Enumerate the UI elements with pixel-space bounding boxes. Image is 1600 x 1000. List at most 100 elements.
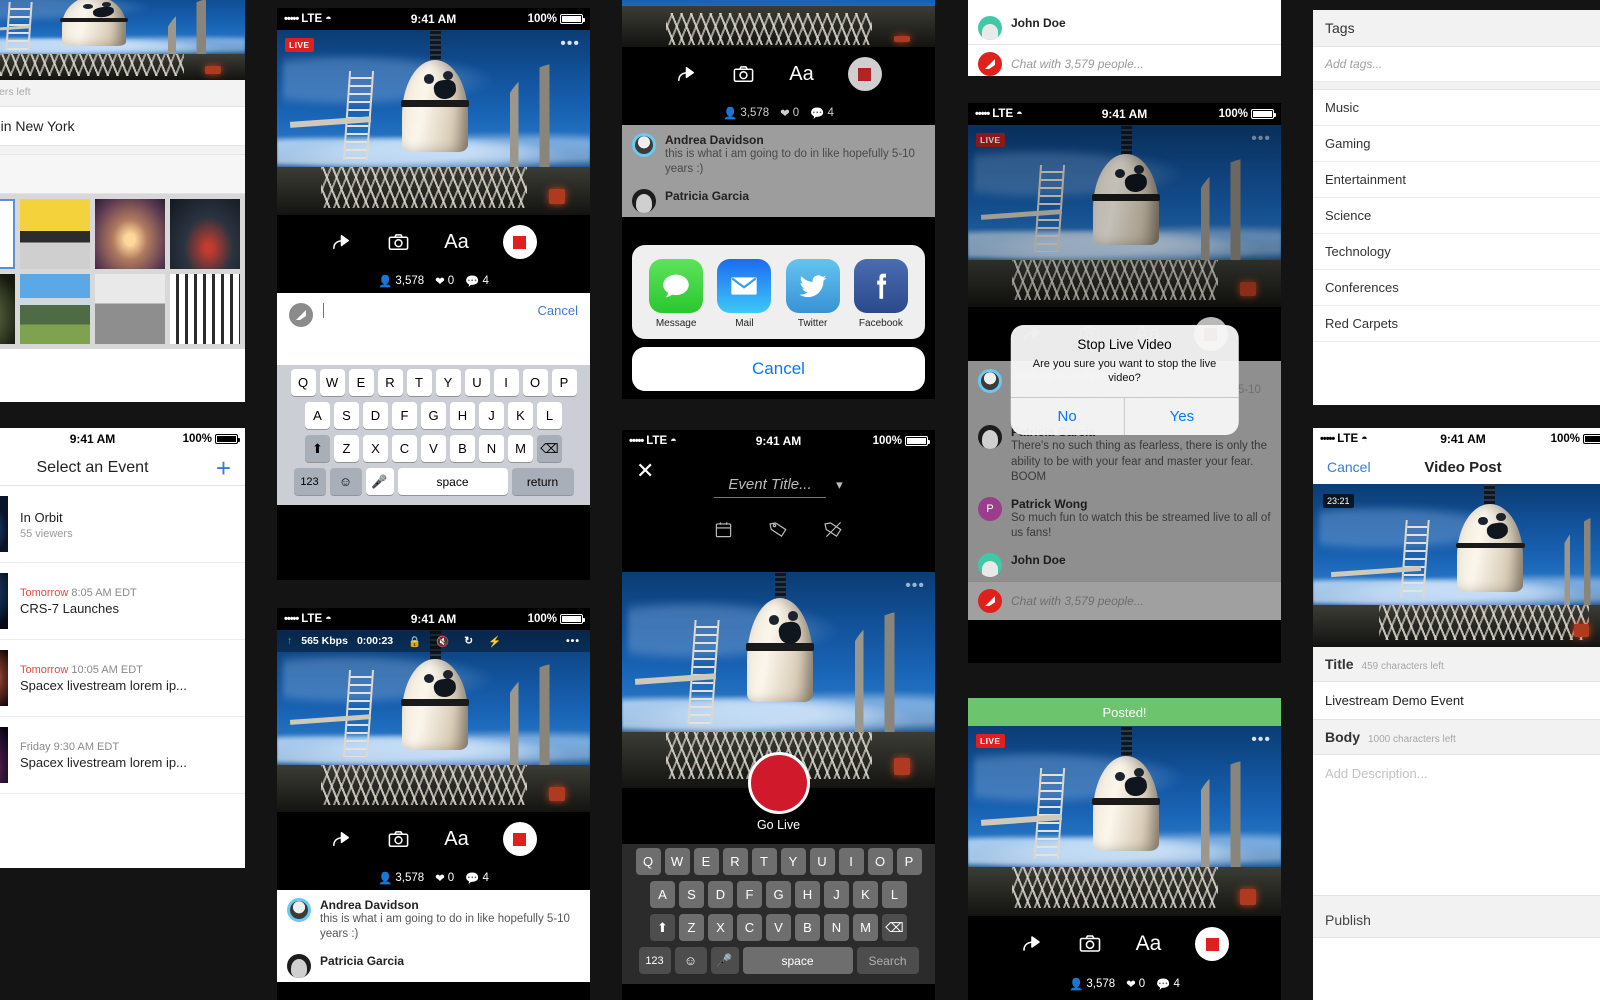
return-key[interactable]: return — [511, 468, 574, 495]
tag-button[interactable] — [0, 155, 245, 194]
key[interactable]: Y — [780, 848, 806, 875]
ellipsis-icon[interactable]: ••• — [905, 578, 925, 594]
title-field-input[interactable]: Livestream Demo Event — [1313, 682, 1600, 719]
stop-record-button[interactable] — [502, 225, 537, 259]
flash-icon[interactable]: ⚡ — [488, 635, 501, 648]
key[interactable]: B — [450, 435, 475, 462]
backspace-icon[interactable]: ⌫ — [537, 435, 562, 462]
ellipsis-icon[interactable]: ••• — [1251, 131, 1271, 147]
key[interactable]: U — [809, 848, 835, 875]
numbers-key[interactable]: 123 — [638, 947, 671, 974]
image-thumb[interactable] — [170, 274, 240, 344]
image-thumb[interactable] — [0, 274, 15, 344]
key[interactable]: Y — [435, 369, 461, 396]
share-app-facebook[interactable]: Facebook — [853, 259, 908, 329]
lock-icon[interactable]: 🔒 — [408, 635, 421, 648]
chat-input[interactable]: Chat with 3,579 people... — [1011, 594, 1144, 608]
flip-camera-icon[interactable]: ↻ — [464, 635, 473, 647]
key[interactable]: R — [377, 369, 403, 396]
key[interactable]: O — [867, 848, 893, 875]
chat-composer[interactable]: Chat with 3,579 people... — [968, 44, 1281, 76]
list-item[interactable]: In Orbit 55 viewers — [0, 486, 245, 563]
list-item[interactable]: Tomorrow 8:05 AM EDT CRS-7 Launches — [0, 563, 245, 640]
tag-icon[interactable] — [769, 520, 788, 539]
key[interactable]: F — [392, 402, 417, 429]
image-thumb[interactable] — [20, 274, 90, 344]
tag-item-conferences[interactable]: Conferences — [1313, 270, 1600, 306]
key[interactable]: P — [896, 848, 922, 875]
camera-icon[interactable] — [387, 828, 410, 851]
stop-record-button[interactable] — [502, 822, 537, 856]
backspace-icon[interactable]: ⌫ — [882, 914, 907, 941]
stop-record-button[interactable] — [847, 57, 882, 91]
cancel-button[interactable]: Cancel — [632, 347, 925, 391]
event-title-value[interactable]: s Event in New York — [0, 107, 245, 145]
live-video-feed[interactable]: ↑ 565 Kbps 0:00:23 🔒 🔇 ↻ ⚡ ••• — [277, 630, 590, 812]
image-picker-grid[interactable] — [0, 194, 245, 349]
go-live-button[interactable] — [747, 752, 810, 814]
text-tool-icon[interactable]: Aa — [1136, 932, 1162, 956]
key[interactable]: P — [551, 369, 577, 396]
ellipsis-icon[interactable]: ••• — [566, 635, 580, 647]
shift-icon[interactable]: ⬆ — [305, 435, 330, 462]
ellipsis-icon[interactable]: ••• — [1251, 732, 1271, 748]
key[interactable]: L — [537, 402, 562, 429]
key[interactable]: C — [392, 435, 417, 462]
key[interactable]: V — [421, 435, 446, 462]
image-thumb[interactable] — [20, 199, 90, 269]
key[interactable]: B — [795, 914, 820, 941]
mute-icon[interactable]: 🔇 — [436, 635, 449, 648]
list-item[interactable]: Tomorrow 10:05 AM EDT Spacex livestream … — [0, 640, 245, 717]
key[interactable]: Z — [679, 914, 704, 941]
add-tags-input[interactable]: Add tags... — [1313, 47, 1600, 82]
search-key[interactable]: Search — [856, 947, 919, 974]
key[interactable]: W — [319, 369, 345, 396]
key[interactable]: Z — [334, 435, 359, 462]
share-icon[interactable] — [1020, 932, 1044, 956]
text-tool-icon[interactable]: Aa — [444, 828, 468, 851]
add-event-button[interactable]: + — [216, 455, 231, 481]
key[interactable]: T — [406, 369, 432, 396]
key[interactable]: L — [882, 881, 907, 908]
tag-item-science[interactable]: Science — [1313, 198, 1600, 234]
share-app-twitter[interactable]: Twitter — [785, 259, 840, 329]
key[interactable]: O — [522, 369, 548, 396]
key[interactable]: C — [737, 914, 762, 941]
tag-item-technology[interactable]: Technology — [1313, 234, 1600, 270]
share-app-mail[interactable]: Mail — [717, 259, 772, 329]
key[interactable]: I — [838, 848, 864, 875]
key[interactable]: G — [421, 402, 446, 429]
key[interactable]: N — [824, 914, 849, 941]
chat-list[interactable]: Andrea Davidson this is what i am going … — [277, 890, 590, 983]
live-video-feed[interactable]: LIVE ••• — [277, 30, 590, 215]
key[interactable]: K — [508, 402, 533, 429]
key[interactable]: M — [853, 914, 878, 941]
key[interactable]: G — [766, 881, 791, 908]
key[interactable]: Q — [290, 369, 316, 396]
body-field-input[interactable]: Add Description... — [1313, 755, 1600, 895]
numbers-key[interactable]: 123 — [293, 468, 326, 495]
share-icon[interactable] — [675, 63, 698, 86]
tag-item-music[interactable]: Music — [1313, 90, 1600, 126]
tag-item-gaming[interactable]: Gaming — [1313, 126, 1600, 162]
key[interactable]: D — [708, 881, 733, 908]
event-title-input[interactable]: Event Title... — [714, 476, 826, 498]
image-thumb[interactable] — [0, 199, 15, 269]
image-thumb[interactable] — [170, 199, 240, 269]
shift-icon[interactable]: ⬆ — [650, 914, 675, 941]
share-icon[interactable] — [330, 828, 353, 851]
key[interactable]: J — [824, 881, 849, 908]
emoji-icon[interactable]: ☺ — [329, 468, 362, 495]
chat-composer[interactable]: Chat with 3,579 people... — [968, 581, 1281, 621]
key[interactable]: E — [693, 848, 719, 875]
key[interactable]: Q — [635, 848, 661, 875]
key[interactable]: V — [766, 914, 791, 941]
key[interactable]: T — [751, 848, 777, 875]
video-thumbnail[interactable]: 23:21 — [1313, 484, 1600, 647]
text-tool-icon[interactable]: Aa — [444, 231, 468, 254]
camera-icon[interactable] — [1078, 932, 1102, 956]
live-video-feed[interactable]: LIVE ••• — [968, 726, 1281, 916]
list-item[interactable]: Friday 9:30 AM EDT Spacex livestream lor… — [0, 717, 245, 794]
calendar-icon[interactable] — [714, 520, 733, 539]
mic-icon[interactable]: 🎤 — [365, 468, 394, 495]
